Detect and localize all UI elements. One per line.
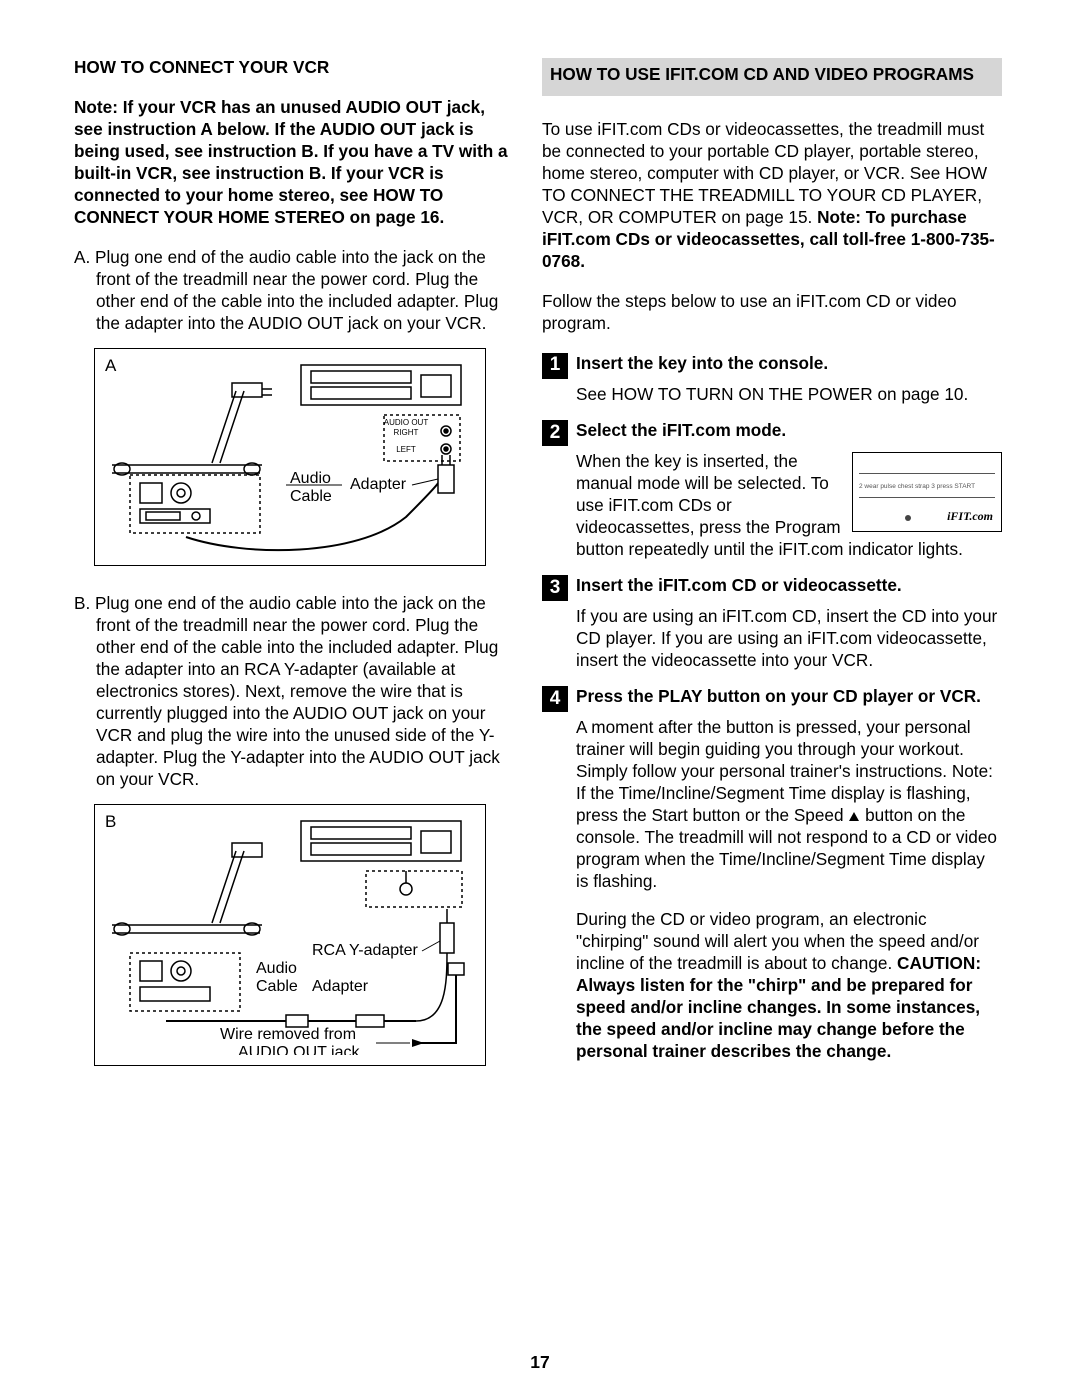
fig-b-wire2: AUDIO OUT jack bbox=[238, 1044, 361, 1055]
step-4: 4 Press the PLAY button on your CD playe… bbox=[542, 685, 1002, 1062]
step-2-body: 2 wear pulse chest strap 3 press START i… bbox=[542, 450, 1002, 560]
speed-up-triangle-icon bbox=[849, 812, 859, 821]
left-note: Note: If your VCR has an unused AUDIO OU… bbox=[74, 96, 514, 228]
step-4-body-a: A moment after the button is pressed, yo… bbox=[542, 716, 1002, 892]
fig-b-audio: Audio bbox=[256, 960, 297, 977]
console-display-figure: 2 wear pulse chest strap 3 press START i… bbox=[852, 452, 1002, 532]
step-number-2: 2 bbox=[542, 420, 568, 446]
two-columns: HOW TO CONNECT YOUR VCR Note: If your VC… bbox=[74, 56, 1006, 1092]
step-number-4: 4 bbox=[542, 686, 568, 712]
figure-a-label: A bbox=[105, 355, 116, 377]
page-number: 17 bbox=[0, 1352, 1080, 1373]
step-2: 2 Select the iFIT.com mode. 2 wear pulse… bbox=[542, 419, 1002, 560]
left-column: HOW TO CONNECT YOUR VCR Note: If your VC… bbox=[74, 56, 514, 1092]
fig-a-left: LEFT bbox=[396, 445, 416, 454]
step-number-3: 3 bbox=[542, 575, 568, 601]
step-3-body: If you are using an iFIT.com CD, insert … bbox=[542, 605, 1002, 671]
step-1-title: Insert the key into the console. bbox=[576, 352, 828, 379]
step-4-title: Press the PLAY button on your CD player … bbox=[576, 685, 981, 712]
left-title: HOW TO CONNECT YOUR VCR bbox=[74, 56, 514, 78]
figure-a-illustration: AUDIO OUT RIGHT LEFT Audio Cable Adapter bbox=[106, 357, 476, 555]
right-title: HOW TO USE IFIT.COM CD AND VIDEO PROGRAM… bbox=[542, 58, 1002, 96]
figure-a: A bbox=[94, 348, 486, 566]
step-b-text: B. Plug one end of the audio cable into … bbox=[74, 592, 514, 790]
fig-a-audio: Audio bbox=[290, 470, 331, 487]
step-3: 3 Insert the iFIT.com CD or videocassett… bbox=[542, 574, 1002, 671]
fig-a-audioout: AUDIO OUT bbox=[384, 418, 429, 427]
step-3-title: Insert the iFIT.com CD or videocassette. bbox=[576, 574, 902, 601]
figure-b-svg-wrap: Audio Cable Adapter RCA Y-adapter Wire r… bbox=[105, 813, 477, 1055]
console-ifit: iFIT.com bbox=[947, 509, 993, 524]
indicator-dot bbox=[905, 515, 911, 521]
right-column: HOW TO USE IFIT.COM CD AND VIDEO PROGRAM… bbox=[542, 58, 1002, 1092]
fig-b-rca: RCA Y-adapter bbox=[312, 942, 419, 959]
figure-b: B bbox=[94, 804, 486, 1066]
fig-a-right: RIGHT bbox=[394, 428, 419, 437]
step-2-title: Select the iFIT.com mode. bbox=[576, 419, 786, 446]
manual-page: HOW TO CONNECT YOUR VCR Note: If your VC… bbox=[0, 0, 1080, 1397]
step-1: 1 Insert the key into the console. See H… bbox=[542, 352, 1002, 405]
console-line2: 2 wear pulse chest strap 3 press START bbox=[859, 483, 995, 491]
step-a-text: A. Plug one end of the audio cable into … bbox=[74, 246, 514, 334]
step-number-1: 1 bbox=[542, 353, 568, 379]
figure-b-illustration: Audio Cable Adapter RCA Y-adapter Wire r… bbox=[106, 813, 476, 1055]
figure-b-label: B bbox=[105, 811, 116, 833]
right-intro: To use iFIT.com CDs or videocassettes, t… bbox=[542, 118, 1002, 272]
fig-a-cable: Cable bbox=[290, 488, 332, 505]
figure-a-svg-wrap: AUDIO OUT RIGHT LEFT Audio Cable Adapter bbox=[105, 357, 477, 555]
fig-b-adapter: Adapter bbox=[312, 978, 369, 995]
fig-b-wire1: Wire removed from bbox=[220, 1026, 356, 1043]
step-4-body-b: During the CD or video program, an elect… bbox=[542, 908, 1002, 1062]
fig-a-adapter: Adapter bbox=[350, 476, 407, 493]
fig-b-cable: Cable bbox=[256, 978, 298, 995]
step-1-body: See HOW TO TURN ON THE POWER on page 10. bbox=[542, 383, 1002, 405]
right-follow: Follow the steps below to use an iFIT.co… bbox=[542, 290, 1002, 334]
